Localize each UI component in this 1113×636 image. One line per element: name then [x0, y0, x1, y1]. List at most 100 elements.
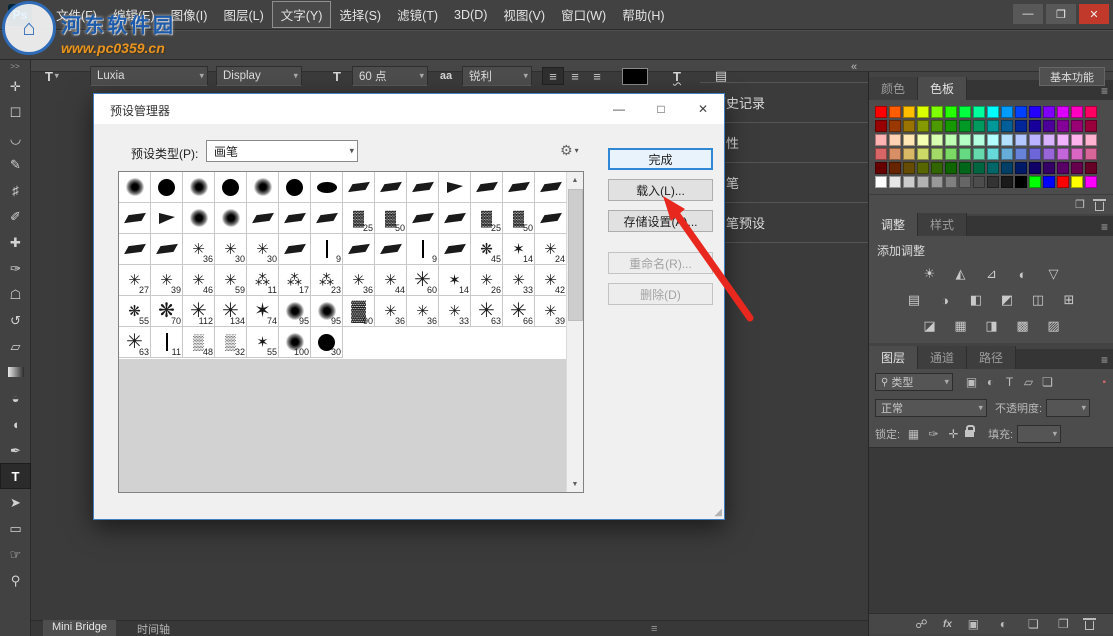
spot-healing-brush-tool[interactable]: ✚ — [0, 229, 31, 255]
color-swatch[interactable] — [1015, 120, 1027, 132]
color-swatch[interactable] — [1043, 106, 1055, 118]
brush-tool[interactable]: ✑ — [0, 255, 31, 281]
blur-tool[interactable]: ◒ — [0, 385, 31, 411]
rectangular-marquee-tool[interactable]: ☐ — [0, 99, 31, 125]
scrollbar[interactable]: ▲ ▼ — [566, 172, 583, 492]
resize-grip-icon[interactable] — [714, 507, 722, 518]
color-swatch[interactable] — [889, 176, 901, 188]
color-swatch[interactable] — [917, 106, 929, 118]
color-swatch[interactable] — [1029, 134, 1041, 146]
color-swatch[interactable] — [1043, 162, 1055, 174]
color-swatch[interactable] — [987, 120, 999, 132]
color-swatch[interactable] — [973, 148, 985, 160]
color-swatch[interactable] — [889, 120, 901, 132]
brush-preset[interactable]: ✳66 — [503, 296, 535, 327]
panel-menu-icon[interactable] — [651, 623, 657, 635]
color-swatch[interactable] — [959, 176, 971, 188]
swatches-tab-1[interactable]: 颜色 — [869, 77, 918, 100]
brush-preset[interactable]: ✳63 — [119, 327, 151, 358]
color-swatch[interactable] — [1015, 162, 1027, 174]
text-color-swatch[interactable] — [622, 68, 648, 85]
color-swatch[interactable] — [987, 162, 999, 174]
color-swatch[interactable] — [1057, 162, 1069, 174]
brush-preset[interactable]: ✳26 — [471, 265, 503, 296]
brush-preset[interactable]: ✶14 — [439, 265, 471, 296]
color-swatch[interactable] — [1071, 162, 1083, 174]
color-swatch[interactable] — [931, 134, 943, 146]
brush-preset[interactable]: ✳36 — [407, 296, 439, 327]
color-swatch[interactable] — [1057, 148, 1069, 160]
color-swatch[interactable] — [1085, 176, 1097, 188]
color-swatch[interactable] — [1043, 176, 1055, 188]
brush-preset[interactable] — [439, 172, 471, 203]
maximize-button[interactable]: ❐ — [1046, 4, 1076, 24]
toggle-panels-icon[interactable]: ▤ — [710, 66, 732, 86]
brush-preset[interactable]: ✶74 — [247, 296, 279, 327]
color-swatch[interactable] — [945, 120, 957, 132]
font-size-select[interactable]: 60 点 — [352, 66, 428, 86]
brush-preset[interactable] — [343, 172, 375, 203]
color-swatch[interactable] — [959, 120, 971, 132]
color-swatch[interactable] — [931, 106, 943, 118]
menu-item-7[interactable]: 滤镜(T) — [389, 2, 446, 27]
color-balance-icon[interactable]: ◑ — [933, 291, 957, 310]
color-swatch[interactable] — [1085, 148, 1097, 160]
color-lookup-icon[interactable]: ⊞ — [1057, 291, 1081, 310]
rectangle-tool[interactable]: ▭ — [0, 515, 31, 541]
menu-item-8[interactable]: 3D(D) — [446, 5, 495, 25]
scroll-down-icon[interactable]: ▼ — [567, 476, 583, 492]
brush-preset[interactable] — [279, 172, 311, 203]
color-swatch[interactable] — [1085, 162, 1097, 174]
dialog-close-button[interactable]: ✕ — [682, 94, 724, 123]
brightness-contrast-icon[interactable]: ☀ — [918, 265, 942, 284]
brush-preset[interactable] — [407, 172, 439, 203]
lasso-tool[interactable]: ◡ — [0, 125, 31, 151]
color-swatch[interactable] — [945, 106, 957, 118]
history-brush-tool[interactable]: ↺ — [0, 307, 31, 333]
color-swatch[interactable] — [973, 162, 985, 174]
brush-preset[interactable]: ▓25 — [471, 203, 503, 234]
crop-tool[interactable]: ♯ — [0, 177, 31, 203]
brush-preset[interactable]: ▓90 — [343, 296, 375, 327]
vibrance-icon[interactable]: ▽ — [1042, 265, 1066, 284]
brush-preset[interactable] — [215, 203, 247, 234]
brush-preset[interactable]: 100 — [279, 327, 311, 358]
warp-text-icon[interactable]: T — [666, 66, 688, 86]
brush-preset[interactable] — [119, 203, 151, 234]
new-group-icon[interactable]: ❏ — [1025, 616, 1042, 632]
brush-preset[interactable]: 9 — [311, 234, 343, 265]
brush-preset[interactable] — [279, 234, 311, 265]
color-swatch[interactable] — [1001, 120, 1013, 132]
brush-preset[interactable] — [151, 234, 183, 265]
brush-preset[interactable]: ▓50 — [503, 203, 535, 234]
swatches-tab-2[interactable]: 色板 — [918, 77, 967, 100]
font-style-select[interactable]: Display — [216, 66, 302, 86]
color-swatch[interactable] — [1029, 106, 1041, 118]
brush-preset[interactable] — [439, 203, 471, 234]
bottom-tab-1[interactable]: Mini Bridge — [43, 620, 116, 636]
brush-preset[interactable]: ❋70 — [151, 296, 183, 327]
color-swatch[interactable] — [1015, 134, 1027, 146]
panel-menu-icon[interactable] — [1101, 84, 1108, 98]
lock-paint-icon[interactable]: ✑ — [925, 426, 942, 442]
brush-preset[interactable] — [375, 234, 407, 265]
dialog-maximize-button[interactable]: □ — [640, 94, 682, 123]
brush-preset[interactable]: ✳39 — [535, 296, 567, 327]
color-swatch[interactable] — [1085, 106, 1097, 118]
menu-item-1[interactable]: 文件(F) — [48, 2, 105, 27]
color-swatch[interactable] — [945, 148, 957, 160]
brush-preset[interactable]: 95 — [279, 296, 311, 327]
layer-filter-select[interactable]: 类型 — [875, 373, 953, 391]
align-center-button[interactable]: ≡ — [564, 67, 586, 85]
font-family-select[interactable]: Luxia — [90, 66, 208, 86]
clone-stamp-tool[interactable]: ☖ — [0, 281, 31, 307]
adjustments-tab-2[interactable]: 样式 — [918, 213, 967, 236]
brush-preset[interactable]: ✳30 — [247, 234, 279, 265]
brush-preset[interactable] — [183, 203, 215, 234]
color-swatch[interactable] — [875, 134, 887, 146]
brush-preset[interactable]: ▓50 — [375, 203, 407, 234]
color-swatch[interactable] — [1057, 120, 1069, 132]
color-swatch[interactable] — [987, 106, 999, 118]
color-swatch[interactable] — [1043, 148, 1055, 160]
brush-preset[interactable] — [311, 203, 343, 234]
